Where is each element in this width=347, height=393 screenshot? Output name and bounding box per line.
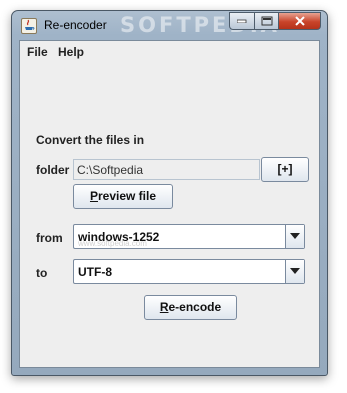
from-dropdown-arrow[interactable] bbox=[285, 225, 304, 248]
minimize-icon bbox=[237, 19, 247, 23]
preview-file-button[interactable]: Preview file bbox=[73, 184, 173, 209]
app-window: Re-encoder SOFTPEDIA File Help Convert t… bbox=[11, 10, 328, 376]
chevron-down-icon bbox=[290, 233, 300, 239]
to-dropdown-arrow[interactable] bbox=[285, 260, 304, 283]
minimize-button[interactable] bbox=[229, 12, 255, 30]
to-label: to bbox=[36, 266, 48, 280]
client-area: File Help Convert the files in folder C:… bbox=[19, 40, 320, 368]
title-bar[interactable]: Re-encoder SOFTPEDIA bbox=[12, 11, 327, 39]
maximize-button[interactable] bbox=[254, 12, 279, 30]
from-label: from bbox=[36, 231, 63, 245]
chevron-down-icon bbox=[290, 268, 300, 274]
java-app-icon bbox=[21, 18, 37, 34]
from-encoding-select[interactable]: windows-1252 www.softpedia.com bbox=[73, 224, 305, 249]
menu-bar: File Help bbox=[20, 41, 319, 61]
watermark-small: www.softpedia.com bbox=[78, 239, 147, 248]
preview-mnemonic: P bbox=[89, 189, 98, 203]
menu-file[interactable]: File bbox=[27, 45, 48, 59]
reencode-button[interactable]: Re-encode bbox=[144, 295, 237, 320]
close-icon bbox=[294, 16, 305, 26]
browse-folder-button[interactable]: [+] bbox=[261, 157, 309, 182]
close-button[interactable] bbox=[278, 12, 321, 30]
to-encoding-select[interactable]: UTF-8 bbox=[73, 259, 305, 284]
folder-label: folder bbox=[36, 163, 70, 177]
window-title: Re-encoder bbox=[44, 18, 107, 32]
maximize-icon bbox=[261, 16, 272, 26]
menu-help[interactable]: Help bbox=[58, 45, 84, 59]
convert-label: Convert the files in bbox=[36, 133, 145, 147]
to-encoding-value: UTF-8 bbox=[78, 265, 112, 279]
folder-path-field[interactable]: C:\Softpedia bbox=[73, 159, 260, 180]
preview-label: review file bbox=[97, 189, 157, 203]
reencode-label: e-encode bbox=[168, 300, 222, 314]
